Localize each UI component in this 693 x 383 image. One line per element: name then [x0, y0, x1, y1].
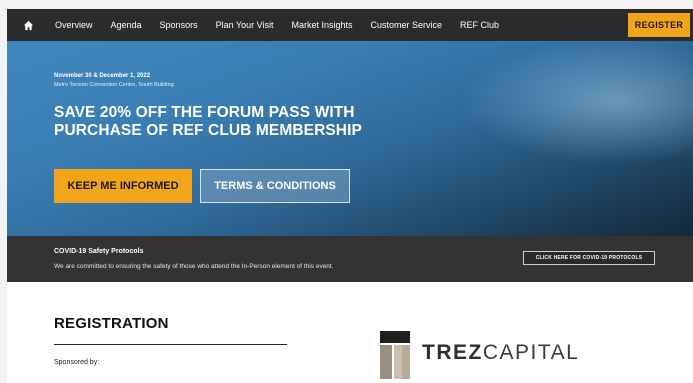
nav-item-customer-service[interactable]: Customer Service	[371, 20, 443, 30]
covid-text: We are committed to ensuring the safety …	[54, 263, 334, 270]
nav-item-agenda[interactable]: Agenda	[111, 20, 142, 30]
nav-item-plan-your-visit[interactable]: Plan Your Visit	[216, 20, 274, 30]
event-date: November 30 & December 1, 2022	[54, 73, 151, 79]
registration-title: REGISTRATION	[54, 315, 169, 332]
covid-title: COVID-19 Safety Protocols	[54, 248, 144, 255]
sponsor-logo-light: CAPITAL	[482, 341, 580, 364]
keep-me-informed-button[interactable]: KEEP ME INFORMED	[54, 169, 192, 203]
registration-section: REGISTRATION Sponsored by: TREZCAPITAL	[7, 282, 693, 383]
nav-item-ref-club[interactable]: REF Club	[460, 20, 499, 30]
page: Overview Agenda Sponsors Plan Your Visit…	[0, 0, 693, 383]
event-venue: Metro Toronto Convention Centre, South B…	[54, 82, 174, 88]
divider	[54, 344, 287, 345]
nav-item-sponsors[interactable]: Sponsors	[160, 20, 198, 30]
trez-capital-logo-icon	[380, 331, 410, 379]
terms-conditions-button[interactable]: TERMS & CONDITIONS	[200, 169, 350, 203]
hero-headline: SAVE 20% OFF THE FORUM PASS WITH PURCHAS…	[54, 104, 362, 139]
nav-item-market-insights[interactable]: Market Insights	[291, 20, 352, 30]
covid-banner: COVID-19 Safety Protocols We are committ…	[7, 236, 693, 282]
top-navigation: Overview Agenda Sponsors Plan Your Visit…	[7, 9, 693, 41]
home-icon[interactable]	[21, 18, 35, 32]
sponsor-logo[interactable]: TREZCAPITAL	[380, 331, 610, 383]
sponsored-by-label: Sponsored by:	[54, 359, 100, 366]
nav-item-overview[interactable]: Overview	[55, 20, 93, 30]
hero-banner: November 30 & December 1, 2022 Metro Tor…	[7, 41, 693, 236]
sponsor-logo-text: TREZCAPITAL	[422, 341, 579, 365]
register-button[interactable]: REGISTER	[628, 13, 690, 37]
covid-protocols-button[interactable]: CLICK HERE FOR COVID-19 PROTOCOLS	[523, 251, 655, 265]
sponsor-logo-bold: TREZ	[422, 341, 483, 364]
